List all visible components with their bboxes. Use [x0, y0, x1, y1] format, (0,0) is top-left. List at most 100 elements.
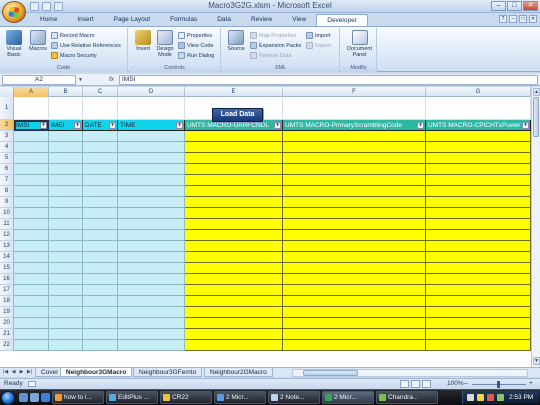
row-header[interactable]: 15 [0, 263, 14, 274]
cell[interactable] [283, 219, 426, 230]
cell[interactable] [118, 318, 185, 329]
start-button[interactable] [1, 391, 15, 405]
help-icon[interactable]: ? [499, 15, 507, 23]
cell[interactable] [14, 131, 49, 142]
cell[interactable] [185, 318, 283, 329]
header-cell[interactable]: DATE ▾ [83, 120, 118, 131]
cell[interactable] [283, 307, 426, 318]
cell[interactable] [426, 164, 531, 175]
horizontal-scroll-thumb[interactable] [303, 370, 358, 376]
row-header[interactable]: 9 [0, 197, 14, 208]
cell[interactable] [118, 219, 185, 230]
network-icon[interactable] [467, 394, 474, 401]
cell[interactable] [185, 197, 283, 208]
normal-view-icon[interactable] [400, 380, 409, 388]
scroll-down-icon[interactable]: ▼ [533, 357, 540, 365]
clock[interactable]: 2:53 PM [509, 392, 533, 403]
row-header[interactable]: 10 [0, 208, 14, 219]
row-header[interactable]: 13 [0, 241, 14, 252]
cell[interactable] [83, 340, 118, 351]
tab-page-layout[interactable]: Page Layout [104, 14, 161, 26]
header-cell[interactable]: UMTS MACRO-CPICHTxPower ▾ [426, 120, 531, 131]
cell[interactable] [49, 318, 83, 329]
cell[interactable] [118, 329, 185, 340]
macro-recording-icon[interactable] [28, 381, 36, 387]
task-editplus[interactable]: EditPlus ... [106, 391, 158, 404]
cell[interactable] [283, 153, 426, 164]
cell[interactable] [426, 230, 531, 241]
tab-data[interactable]: Data [207, 14, 241, 26]
cell[interactable] [49, 329, 83, 340]
row-header[interactable]: 3 [0, 131, 14, 142]
cell[interactable] [283, 197, 426, 208]
cell[interactable] [118, 186, 185, 197]
cell[interactable] [118, 153, 185, 164]
cell[interactable] [14, 219, 49, 230]
name-box[interactable]: A2 [2, 75, 76, 85]
macros-button[interactable]: Macros [26, 30, 50, 52]
row-header[interactable]: 21 [0, 329, 14, 340]
cell[interactable] [283, 175, 426, 186]
select-all-corner[interactable] [0, 87, 14, 97]
cell[interactable] [283, 186, 426, 197]
sheet-tab-neighbour3gfemto[interactable]: Neighbour3GFemto [133, 368, 203, 377]
cell[interactable] [426, 296, 531, 307]
cell[interactable] [83, 208, 118, 219]
cell[interactable] [83, 164, 118, 175]
header-cell[interactable]: IMSI ▾ [14, 120, 49, 131]
cell[interactable] [83, 131, 118, 142]
cell[interactable] [49, 230, 83, 241]
cell[interactable] [283, 252, 426, 263]
design-mode-button[interactable]: Design Mode [153, 30, 177, 58]
cell[interactable] [49, 164, 83, 175]
vertical-scroll-thumb[interactable] [533, 97, 539, 137]
zoom-level[interactable]: 100% [447, 380, 464, 387]
row-header[interactable]: 5 [0, 153, 14, 164]
cell[interactable] [14, 252, 49, 263]
cell[interactable] [49, 131, 83, 142]
cell[interactable] [118, 307, 185, 318]
cell[interactable] [185, 186, 283, 197]
cell[interactable] [283, 340, 426, 351]
cell[interactable] [49, 252, 83, 263]
cell[interactable] [118, 274, 185, 285]
visual-basic-button[interactable]: Visual Basic [2, 30, 26, 58]
cell[interactable] [185, 329, 283, 340]
header-cell[interactable]: IMEI ▾ [49, 120, 83, 131]
workbook-close-button[interactable]: ✕ [529, 15, 537, 23]
cell[interactable] [283, 230, 426, 241]
minimize-button[interactable]: – [491, 1, 506, 11]
cell[interactable] [118, 131, 185, 142]
prev-sheet-icon[interactable]: ◀ [10, 369, 17, 376]
zoom-out-button[interactable]: – [464, 380, 468, 387]
column-header-g[interactable]: G [426, 87, 531, 97]
row-header[interactable]: 11 [0, 219, 14, 230]
row-header[interactable]: 14 [0, 252, 14, 263]
cell[interactable] [49, 263, 83, 274]
cell[interactable] [426, 131, 531, 142]
cell[interactable] [283, 208, 426, 219]
cell[interactable] [14, 318, 49, 329]
cell[interactable] [14, 241, 49, 252]
formula-input[interactable]: IMSI [119, 75, 538, 85]
sheet-tab-neighbour3gmacro[interactable]: Neighbour3GMacro [60, 368, 133, 377]
show-desktop-icon[interactable] [19, 393, 28, 402]
cell[interactable] [83, 329, 118, 340]
cell[interactable] [83, 197, 118, 208]
tab-insert[interactable]: Insert [67, 14, 103, 26]
cell[interactable] [49, 197, 83, 208]
cell[interactable] [426, 340, 531, 351]
cell[interactable] [426, 285, 531, 296]
filter-dropdown-icon[interactable]: ▾ [40, 122, 47, 129]
task-microsoft-2[interactable]: 2 Micr... [322, 391, 374, 404]
cell[interactable] [49, 186, 83, 197]
column-header-e[interactable]: E [185, 87, 283, 97]
office-button[interactable] [2, 1, 26, 23]
messenger-tray-icon[interactable] [497, 394, 504, 401]
cell[interactable] [283, 241, 426, 252]
tab-formulas[interactable]: Formulas [160, 14, 207, 26]
cell[interactable] [185, 296, 283, 307]
zoom-in-button[interactable]: + [529, 380, 533, 387]
cell[interactable] [49, 307, 83, 318]
cell[interactable] [118, 142, 185, 153]
